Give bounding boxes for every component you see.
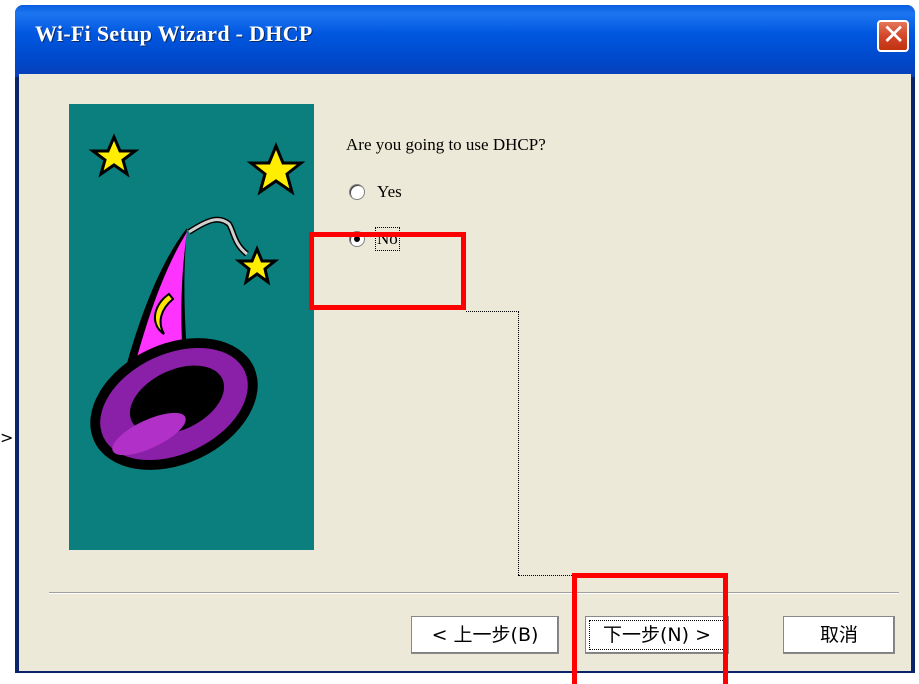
connector-line-vertical — [518, 311, 519, 575]
radio-option-yes[interactable]: Yes — [349, 182, 402, 202]
separator-line — [49, 592, 899, 594]
dhcp-question: Are you going to use DHCP? — [346, 135, 546, 154]
radio-button-yes[interactable] — [349, 184, 365, 200]
cancel-button[interactable]: 取消 — [783, 616, 895, 654]
close-icon: ✕ — [882, 18, 906, 51]
highlight-box-no-option — [309, 232, 466, 310]
connector-line-bottom — [518, 575, 572, 576]
wizard-hat-illustration — [69, 104, 314, 550]
close-button[interactable]: ✕ — [877, 18, 909, 52]
title-bar: Wi-Fi Setup Wizard - DHCP ✕ — [15, 5, 915, 77]
wizard-window: Wi-Fi Setup Wizard - DHCP ✕ Are you goin… — [15, 5, 915, 673]
star-icon — [246, 142, 306, 196]
radio-label-yes[interactable]: Yes — [377, 182, 402, 202]
highlight-box-next-button — [572, 573, 728, 684]
arrow-right-icon: > — [0, 428, 14, 447]
back-button[interactable]: < 上一步(B) — [411, 616, 559, 654]
dialog-body: Are you going to use DHCP? Yes No < 上一步(… — [19, 74, 911, 671]
connector-line-horizontal — [466, 311, 519, 312]
star-icon — [88, 133, 140, 178]
window-title: Wi-Fi Setup Wizard - DHCP — [35, 21, 313, 46]
